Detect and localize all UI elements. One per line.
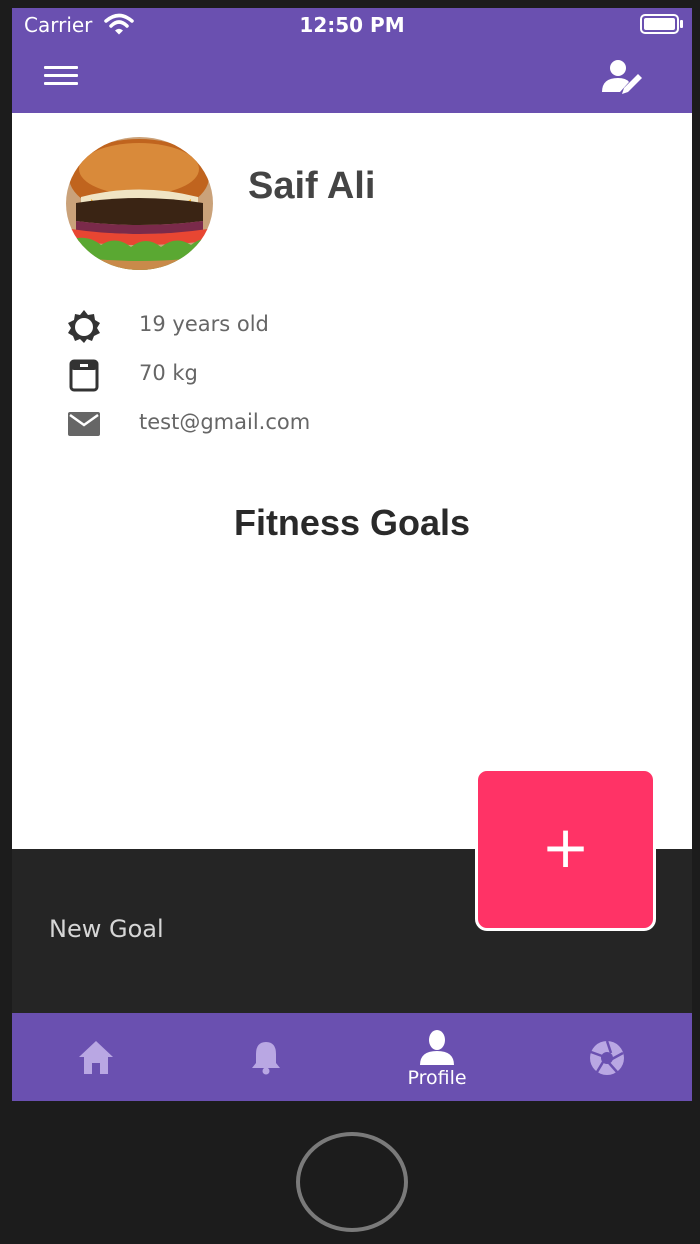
new-goal-label[interactable]: New Goal <box>49 915 164 943</box>
weight-row: 70 kg <box>66 357 466 397</box>
home-icon <box>79 1041 113 1074</box>
weight-text: 70 kg <box>139 361 198 385</box>
device-home-button[interactable] <box>296 1132 408 1232</box>
tab-camera[interactable] <box>547 1013 667 1101</box>
age-row: 19 years old <box>66 308 466 348</box>
section-title: Fitness Goals <box>233 502 471 543</box>
email-row: test@gmail.com <box>66 406 466 446</box>
tab-profile-label: Profile <box>407 1067 467 1089</box>
menu-icon-bar <box>44 82 78 85</box>
email-text: test@gmail.com <box>139 410 311 434</box>
menu-icon-bar <box>44 66 78 69</box>
email-icon <box>68 412 100 436</box>
aperture-icon <box>590 1040 624 1075</box>
avatar <box>66 137 213 270</box>
tab-notifications[interactable] <box>206 1013 326 1101</box>
burger-photo <box>66 137 213 270</box>
person-icon <box>420 1030 454 1065</box>
add-goal-button[interactable]: + <box>475 768 656 931</box>
menu-button[interactable] <box>40 62 80 92</box>
tab-bar: Profile <box>12 1013 692 1101</box>
app-bar: Carrier 12:50 PM <box>12 8 692 113</box>
scale-icon <box>69 359 99 392</box>
app-screen: Carrier 12:50 PM Saif Ali 19 years old 7… <box>12 8 692 1101</box>
sun-icon <box>68 310 100 343</box>
status-time: 12:50 PM <box>299 13 405 37</box>
tab-profile[interactable]: Profile <box>377 1013 497 1101</box>
profile-name: Saif Ali <box>248 165 376 207</box>
edit-profile-button[interactable] <box>598 58 646 98</box>
battery-icon <box>640 14 683 34</box>
edit-profile-icon <box>602 60 642 94</box>
menu-icon-bar <box>44 74 78 77</box>
device-frame: Carrier 12:50 PM Saif Ali 19 years old 7… <box>0 0 700 1244</box>
tab-home[interactable] <box>36 1013 156 1101</box>
age-text: 19 years old <box>139 312 269 336</box>
bell-icon <box>252 1042 280 1075</box>
